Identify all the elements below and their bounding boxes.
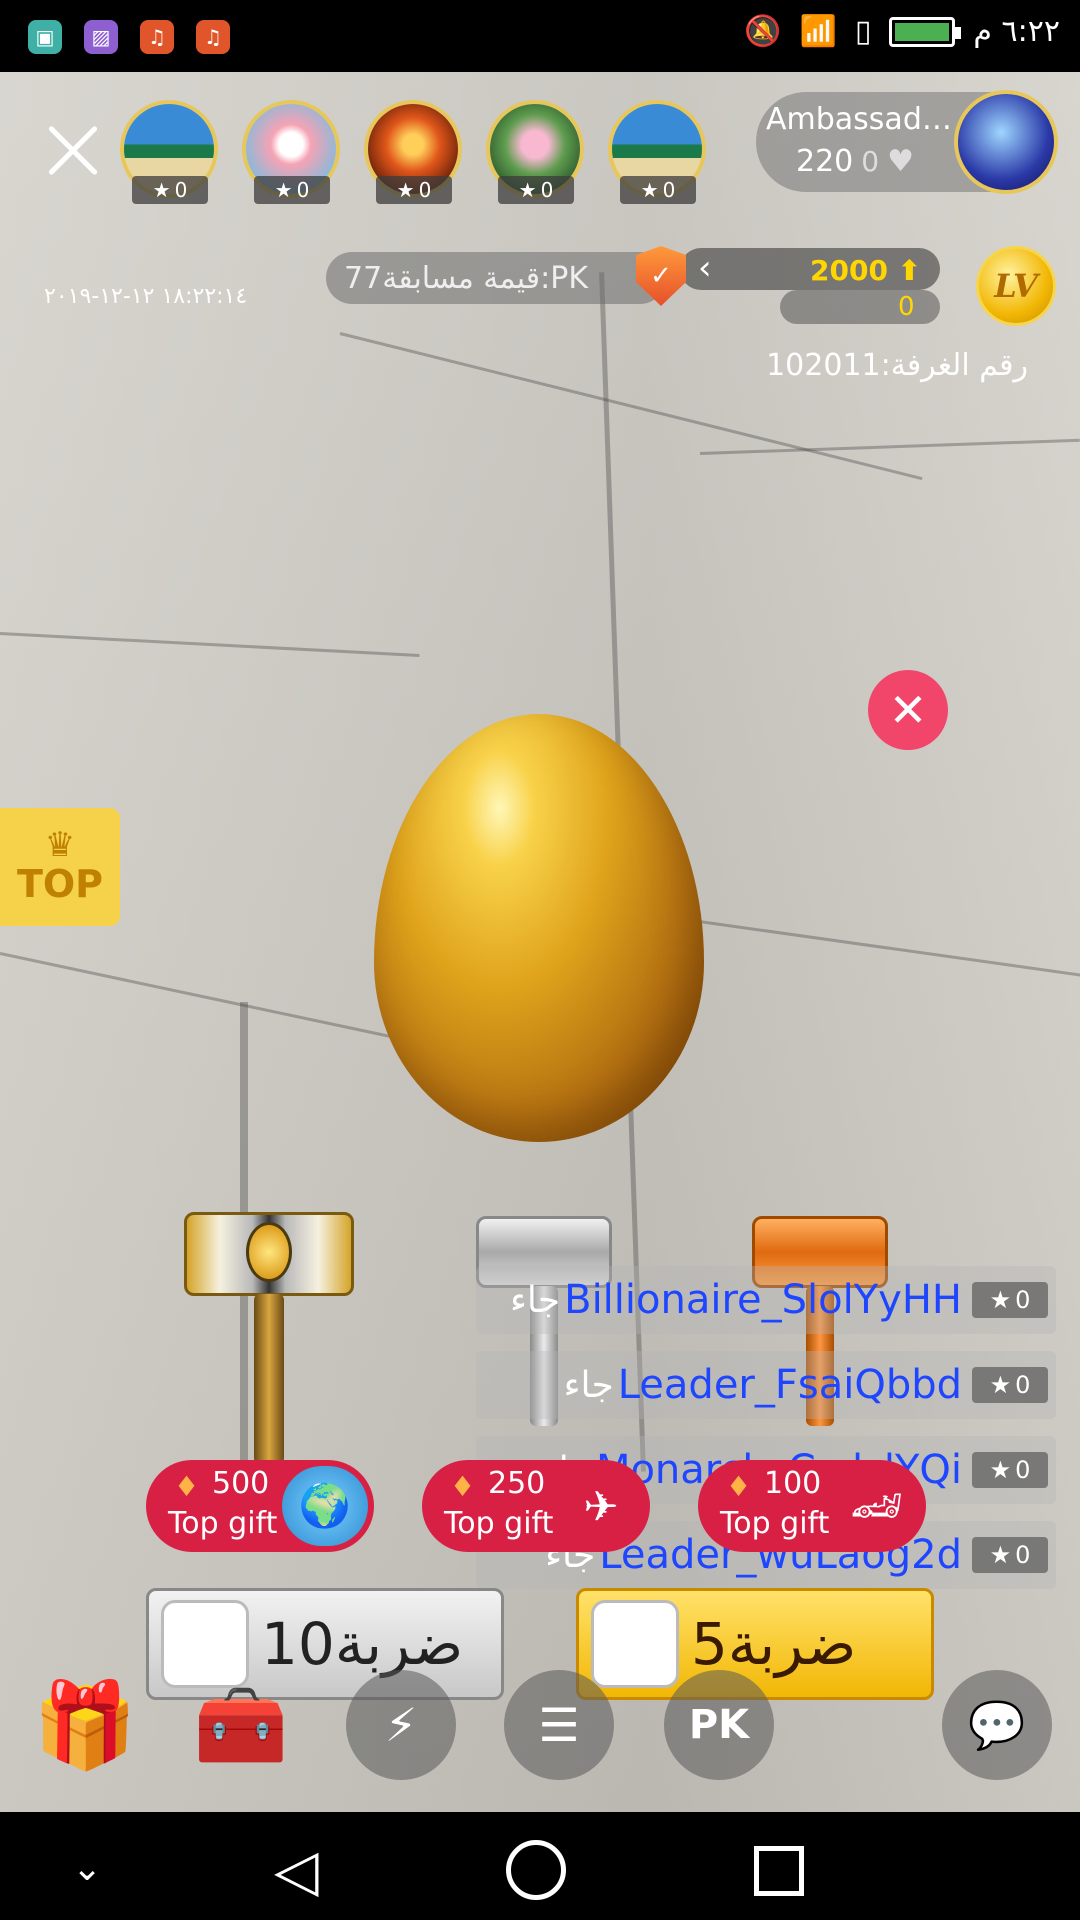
- close-game-button[interactable]: ✕: [868, 670, 948, 750]
- audience-avatar[interactable]: ★ 0: [608, 100, 706, 204]
- pk-icon[interactable]: PK: [664, 1670, 774, 1780]
- crown-icon: ♛: [44, 825, 76, 865]
- level-panel[interactable]: ‹ 2000 ⬆ 0: [680, 248, 990, 324]
- message-icon[interactable]: ☰: [504, 1670, 614, 1780]
- clock: ٦:٢٢ م: [973, 14, 1060, 49]
- gift-pill-car[interactable]: ♦ 100 Top gift 🏎: [698, 1460, 926, 1552]
- level-badge[interactable]: LV: [976, 246, 1056, 326]
- notification-icons: ▣ ▨ ♫ ♫: [28, 20, 230, 54]
- gold-hammer[interactable]: [184, 1212, 354, 1472]
- star-icon: ★: [989, 1456, 1012, 1484]
- top-ranking-button[interactable]: ♛ TOP: [0, 808, 120, 926]
- gift-pill-travel[interactable]: ♦ 500 Top gift 🌍: [146, 1460, 374, 1552]
- gallery-icon: ▨: [84, 20, 118, 54]
- datetime: ١٨:٢٢:١٤ ١٢-١٢-٢٠١٩: [44, 284, 248, 309]
- airplane-icon: ✈: [583, 1481, 619, 1531]
- navigation-bar: ⌄ ◁: [0, 1812, 1080, 1920]
- star-icon: ★: [640, 178, 659, 202]
- host-card[interactable]: Ambassad… 220 0 ♥: [756, 90, 1058, 194]
- car-icon: 🏎: [850, 1481, 904, 1530]
- recents-icon[interactable]: [754, 1846, 804, 1896]
- gift-icon[interactable]: 🎁: [30, 1670, 140, 1780]
- host-avatar[interactable]: [954, 90, 1058, 194]
- chat-user-name[interactable]: Leader_FsaiQbbd: [618, 1362, 962, 1408]
- battery-icon: [889, 16, 962, 47]
- star-icon: ★: [989, 1286, 1012, 1314]
- home-icon[interactable]: [506, 1840, 566, 1900]
- audience-avatar[interactable]: ★ 0: [486, 100, 584, 204]
- audience-avatar[interactable]: ★ 0: [120, 100, 218, 204]
- diamond-icon: ♦: [726, 1470, 752, 1503]
- close-room-button[interactable]: [40, 120, 100, 180]
- star-badge: ★ 0: [972, 1367, 1048, 1403]
- sim-icon: ▯: [854, 14, 872, 49]
- room-number: رقم الغرفة:102011: [766, 348, 1028, 383]
- star-icon: ★: [274, 178, 293, 202]
- wifi-icon: 📶: [799, 14, 837, 49]
- back-icon[interactable]: ◁: [274, 1836, 319, 1904]
- music-icon: ♫: [140, 20, 174, 54]
- chat-user-name[interactable]: Billionaire_SlolYyHH: [564, 1277, 962, 1323]
- coins-value: 2000 ⬆: [810, 254, 922, 287]
- chat-row: جاء Billionaire_SlolYyHH ★ 0: [476, 1266, 1056, 1334]
- arrow-up-icon: ⬆: [897, 254, 922, 287]
- status-bar: ▣ ▨ ♫ ♫ 🔕 📶 ▯ ٦:٢٢ م: [0, 0, 1080, 72]
- host-hearts: 0: [861, 145, 880, 178]
- chevron-down-icon[interactable]: ⌄: [72, 1848, 102, 1889]
- star-badge: ★ 0: [620, 176, 696, 204]
- android-icon: ▣: [28, 20, 62, 54]
- star-icon: ★: [518, 178, 537, 202]
- chat-bubble-icon[interactable]: 💬: [942, 1670, 1052, 1780]
- diamond-icon: ♦: [450, 1470, 476, 1503]
- star-icon: ★: [989, 1371, 1012, 1399]
- music-icon: ♫: [196, 20, 230, 54]
- host-stats: 220 0 ♥: [796, 144, 914, 179]
- audience-avatar[interactable]: ★ 0: [364, 100, 462, 204]
- gift-pill-jet[interactable]: ♦ 250 Top gift ✈: [422, 1460, 650, 1552]
- audience-avatars: ★ 0 ★ 0 ★ 0 ★ 0 ★ 0: [120, 100, 706, 204]
- star-badge: ★ 0: [972, 1452, 1048, 1488]
- star-badge: ★ 0: [972, 1537, 1048, 1573]
- heart-icon: ♥: [887, 144, 914, 179]
- chat-row: جاء Leader_FsaiQbbd ★ 0: [476, 1351, 1056, 1419]
- bottom-toolbar: 🎁 🧰 ⚡ ☰ PK 💬: [30, 1670, 1060, 1780]
- chevron-left-icon[interactable]: ‹: [698, 248, 712, 288]
- star-badge: ★ 0: [254, 176, 330, 204]
- star-badge: ★ 0: [376, 176, 452, 204]
- star-badge: ★ 0: [498, 176, 574, 204]
- globe-icon: 🌍: [282, 1466, 368, 1546]
- battery-charge-icon[interactable]: ⚡: [346, 1670, 456, 1780]
- diamond-icon: ♦: [174, 1470, 200, 1503]
- star-icon: ★: [396, 178, 415, 202]
- audience-avatar[interactable]: ★ 0: [242, 100, 340, 204]
- treasure-chest-icon[interactable]: 🧰: [186, 1670, 296, 1780]
- host-name: Ambassad…: [766, 102, 951, 137]
- status-indicators: 🔕 📶 ▯ ٦:٢٢ م: [744, 14, 1060, 49]
- pk-value-pill[interactable]: قيمة مسابقة77:PK: [326, 252, 666, 304]
- chat-list: جاء Billionaire_SlolYyHH ★ 0 جاء Leader_F…: [476, 1266, 1056, 1606]
- mute-icon: 🔕: [744, 14, 782, 49]
- sub-coins-value: 0: [898, 292, 915, 322]
- star-icon: ★: [152, 178, 171, 202]
- star-icon: ★: [989, 1541, 1012, 1569]
- host-count: 220: [796, 144, 854, 179]
- star-badge: ★ 0: [132, 176, 208, 204]
- star-badge: ★ 0: [972, 1282, 1048, 1318]
